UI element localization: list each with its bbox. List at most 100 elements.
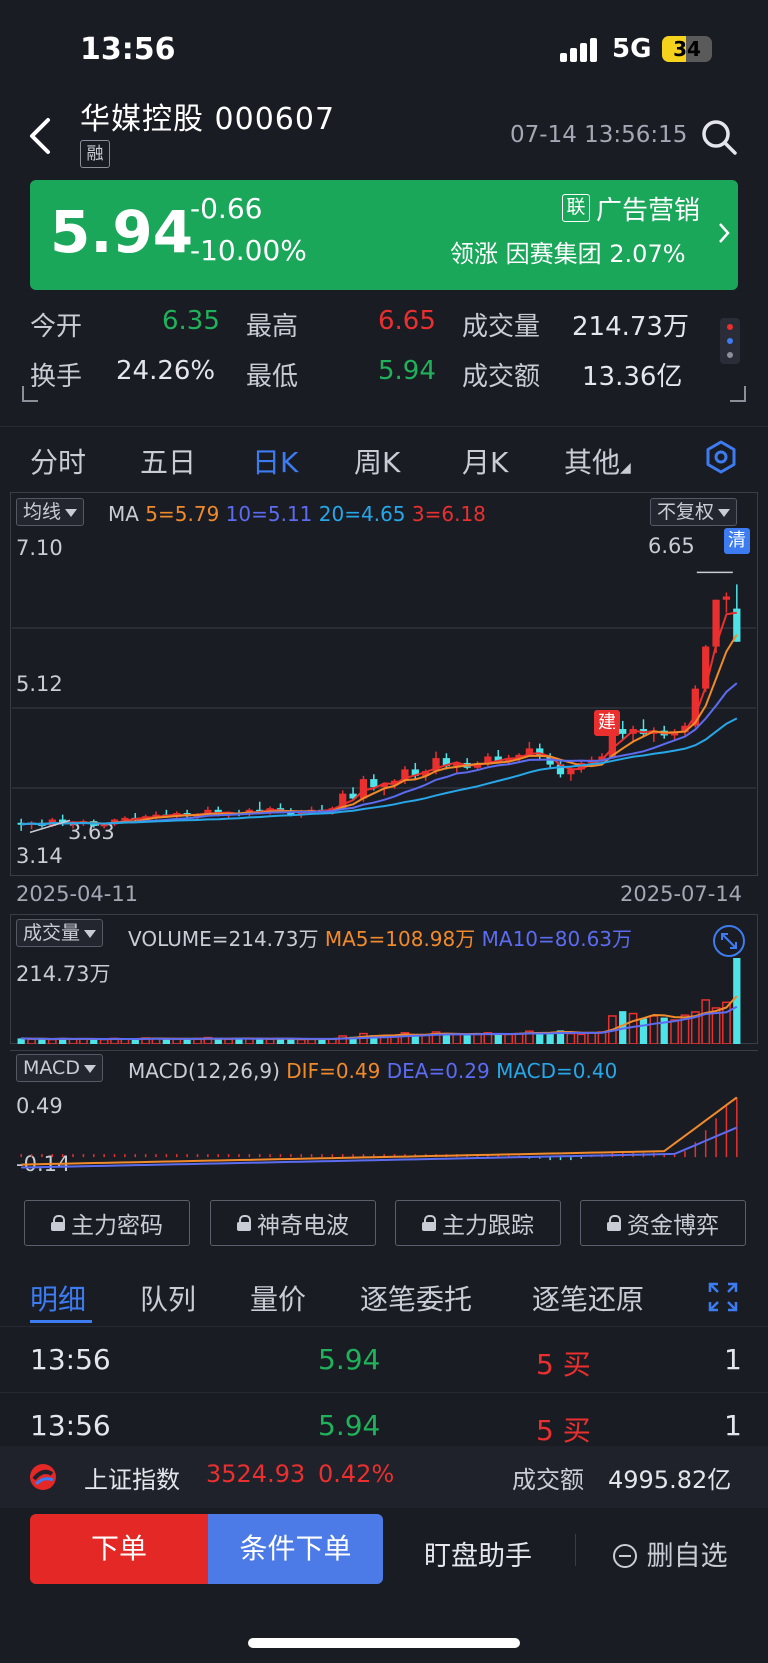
remove-watchlist-button[interactable]: 删自选: [612, 1534, 728, 1573]
volume-bar: [587, 1032, 596, 1044]
trade-time: 13:56: [30, 1409, 111, 1442]
tab-order-by-order[interactable]: 逐笔委托: [360, 1278, 472, 1318]
ma-label: MA: [108, 502, 139, 526]
exchange-logo-icon: [30, 1464, 56, 1490]
last-price: 5.94: [50, 198, 194, 266]
volume-bar: [296, 1038, 306, 1044]
chevron-right-icon: [719, 223, 730, 243]
macd-selector[interactable]: MACD: [16, 1054, 103, 1082]
ma3-value: 3=6.18: [411, 502, 486, 526]
macd-chart[interactable]: [12, 1080, 756, 1182]
volume-bar: [265, 1038, 275, 1044]
gear-icon[interactable]: [704, 440, 738, 474]
watch-helper-button[interactable]: 盯盘助手: [424, 1534, 532, 1573]
amount-label: 成交额: [462, 362, 541, 392]
stock-code: 000607: [214, 102, 336, 137]
main-force-code-button[interactable]: 主力密码: [24, 1200, 190, 1246]
main-force-track-button[interactable]: 主力跟踪: [395, 1200, 561, 1246]
main-force-code-label: 主力密码: [71, 1213, 163, 1239]
tab-daily-k[interactable]: 日K: [252, 441, 298, 481]
price-change-pct: -10.00%: [190, 234, 307, 267]
magic-wave-button[interactable]: 神奇电波: [210, 1200, 376, 1246]
main-force-track-label: 主力跟踪: [442, 1213, 534, 1239]
tab-other-label: 其他: [564, 446, 621, 479]
volume-bar: [628, 1012, 638, 1044]
network-label: 5G: [612, 34, 652, 64]
stock-title: 华媒控股 000607: [80, 94, 335, 138]
expand-corner-left[interactable]: [22, 386, 38, 402]
volume-text: VOLUME=214.73万: [128, 927, 319, 951]
candle-body: [702, 646, 710, 689]
adjust-selector[interactable]: 不复权: [650, 498, 738, 526]
volume-bar: [27, 1038, 36, 1044]
divider: [575, 1534, 576, 1566]
ma-selector[interactable]: 均线: [16, 498, 85, 526]
volume-bar: [47, 1038, 57, 1044]
margin-badge: 融: [80, 140, 110, 168]
sector-name[interactable]: 广告营销: [596, 190, 700, 227]
tab-volume-price[interactable]: 量价: [250, 1278, 306, 1318]
fullscreen-icon[interactable]: [708, 1282, 738, 1312]
lead-stock: 因赛集团: [505, 240, 602, 268]
conditional-order-button[interactable]: 条件下单: [208, 1514, 383, 1584]
ma5-value: 5=5.79: [145, 502, 220, 526]
volume-label: 成交量: [462, 312, 541, 342]
bottom-action-bar: 下单 条件下单 盯盘助手 删自选: [0, 1510, 768, 1663]
trade-time: 13:56: [30, 1343, 111, 1376]
trade-volume: 5 买: [536, 1414, 591, 1447]
tab-monthly-k[interactable]: 月K: [462, 441, 508, 481]
volume-bar: [504, 1033, 514, 1044]
trade-count: 1: [724, 1343, 742, 1376]
ma-legend: MA 5=5.79 10=5.11 20=4.65 3=6.18: [108, 502, 486, 526]
lead-pct: 2.07%: [609, 240, 686, 268]
more-icon[interactable]: [720, 318, 740, 364]
volume-bar: [649, 1015, 659, 1044]
magic-wave-label: 神奇电波: [257, 1213, 349, 1239]
volume-bar: [172, 1038, 182, 1044]
volume-bar: [514, 1032, 524, 1044]
lock-icon: [237, 1215, 251, 1231]
volume-bar: [597, 1031, 607, 1044]
ma10-value: 10=5.11: [225, 502, 313, 526]
date-start: 2025-04-11: [16, 882, 139, 906]
sector-badge: 联: [562, 194, 590, 222]
expand-corner-right[interactable]: [730, 386, 746, 402]
trade-row: 13:56 5.94 5 买 1: [0, 1326, 768, 1392]
tab-trade-replay[interactable]: 逐笔还原: [532, 1278, 644, 1318]
volume-bar: [473, 1033, 482, 1044]
volume-bar: [494, 1033, 502, 1044]
back-icon[interactable]: [26, 116, 56, 156]
volume-bar: [183, 1039, 191, 1044]
order-button[interactable]: 下单: [30, 1514, 208, 1584]
low-label: 最低: [246, 362, 299, 392]
trade-count: 1: [724, 1409, 742, 1442]
volume-chart[interactable]: [12, 950, 756, 1044]
volume-ma5: MA5=108.98万: [324, 927, 476, 951]
volume-bar: [338, 1035, 348, 1044]
index-amount-label: 成交额: [512, 1466, 584, 1494]
trade-volume: 5 买: [536, 1348, 591, 1381]
tab-details[interactable]: 明细: [30, 1278, 86, 1318]
volume-selector[interactable]: 成交量: [16, 919, 104, 947]
date-end: 2025-07-14: [620, 882, 743, 906]
low-value: 5.94: [378, 356, 436, 386]
high-label: 最高: [246, 312, 299, 342]
search-icon[interactable]: [700, 118, 738, 156]
index-bar[interactable]: 上证指数 3524.93 0.42% 成交额 4995.82亿: [0, 1446, 768, 1508]
price-banner[interactable]: 5.94 -0.66 -10.00% 联 广告营销 领涨 因赛集团 2.07%: [30, 180, 738, 290]
kline-chart[interactable]: [12, 540, 756, 876]
volume-bar: [463, 1035, 471, 1044]
lead-label: 领涨: [450, 240, 498, 268]
volume-bar: [452, 1033, 462, 1044]
volume-bar: [701, 999, 711, 1044]
volume-selector-label: 成交量: [23, 922, 81, 944]
tab-other[interactable]: 其他◢: [564, 441, 631, 481]
capital-game-button[interactable]: 资金博弈: [580, 1200, 746, 1246]
tab-intraday[interactable]: 分时: [30, 441, 86, 481]
turnover-value: 24.26%: [116, 356, 216, 386]
capital-game-label: 资金博弈: [627, 1213, 719, 1239]
tab-weekly-k[interactable]: 周K: [354, 441, 400, 481]
volume-legend: VOLUME=214.73万 MA5=108.98万 MA10=80.63万: [128, 923, 632, 952]
tab-queue[interactable]: 队列: [140, 1278, 196, 1318]
tab-five-day[interactable]: 五日: [140, 441, 196, 481]
